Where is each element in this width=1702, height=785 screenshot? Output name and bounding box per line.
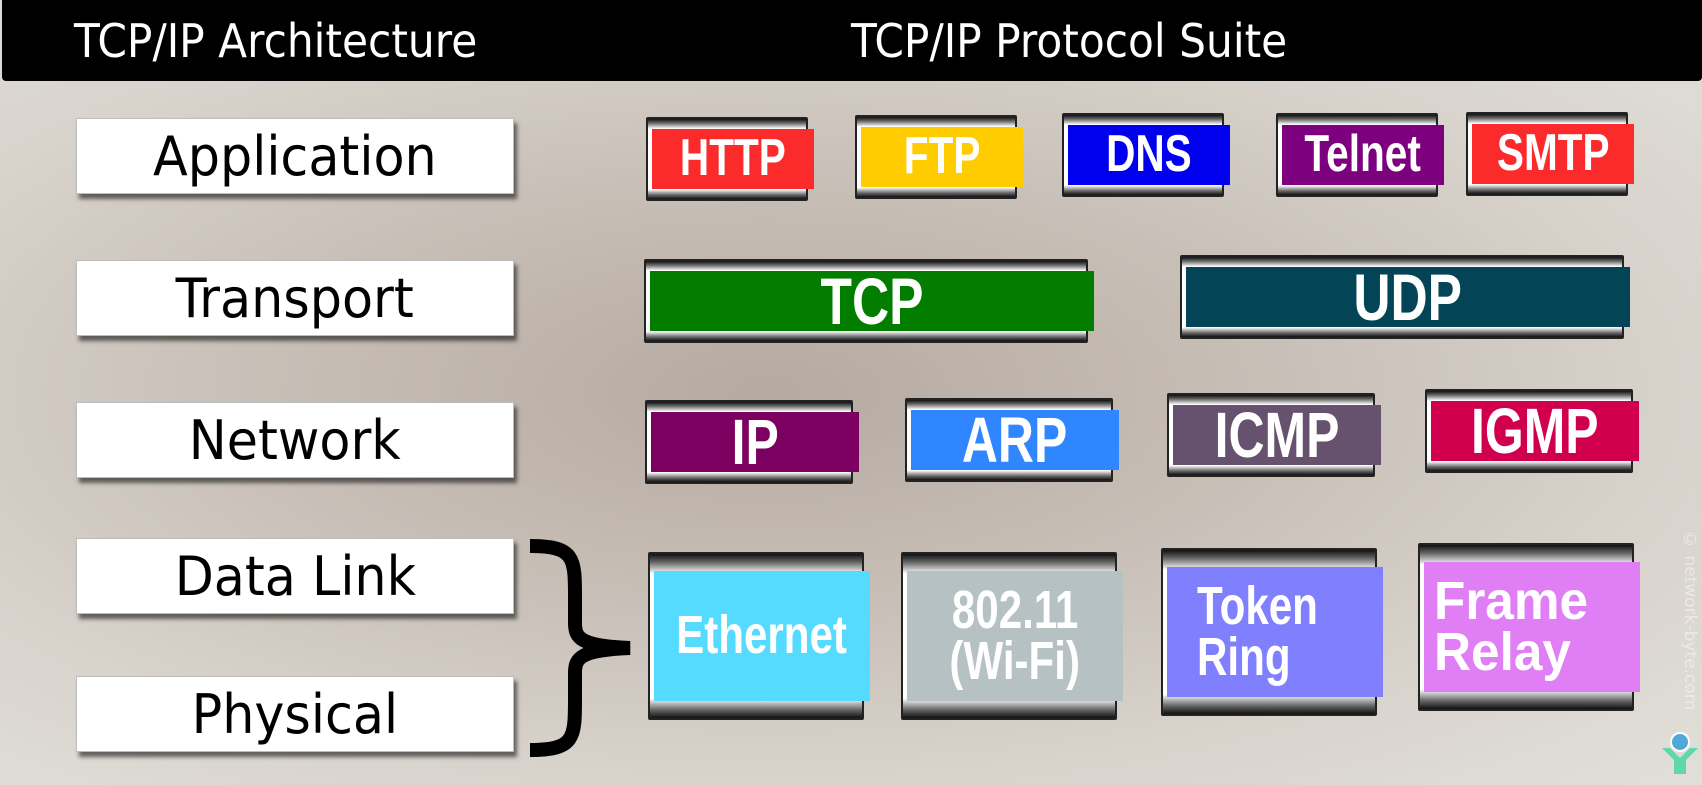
layer-label: Network [189, 408, 401, 472]
protocol-ip: IP [645, 400, 859, 484]
layer-physical: Physical [76, 676, 514, 752]
layer-application: Application [76, 118, 514, 194]
protocol-label: SMTP [1496, 124, 1610, 183]
protocol-fill: IP [651, 405, 859, 478]
protocol-fill: SMTP [1472, 124, 1634, 184]
protocol-label-line2: Relay [1434, 622, 1571, 682]
protocol-udp: UDP [1180, 255, 1630, 339]
protocol-label: UDP [1353, 259, 1463, 334]
curly-brace-icon [529, 539, 631, 757]
layer-label: Application [153, 124, 437, 188]
protocol-label-line1: Frame [1434, 570, 1588, 631]
protocol-wifi: 802.11 (Wi-Fi) [901, 552, 1123, 720]
protocol-arp: ARP [905, 398, 1119, 482]
protocol-tcp: TCP [644, 259, 1094, 343]
protocol-fill: UDP [1186, 259, 1630, 334]
protocol-label: Ethernet [676, 605, 848, 666]
protocol-fill: FTP [861, 127, 1023, 187]
layer-label: Transport [175, 266, 415, 330]
network-byte-logo-icon [1662, 732, 1698, 774]
protocol-label: ARP [962, 403, 1068, 476]
layer-network: Network [76, 402, 514, 478]
protocol-icmp: ICMP [1167, 393, 1381, 477]
protocol-label-line1: Token [1197, 575, 1318, 636]
protocol-fill: ICMP [1173, 398, 1381, 471]
protocol-fill: TCP [650, 263, 1094, 338]
protocol-frame-relay: Frame Relay [1418, 543, 1640, 711]
protocol-fill: Telnet [1282, 125, 1444, 185]
layer-label: Data Link [174, 544, 416, 608]
protocol-ftp: FTP [855, 115, 1023, 199]
layer-label: Physical [191, 682, 399, 746]
protocol-label: ICMP [1214, 398, 1340, 471]
header-bar: TCP/IP Architecture TCP/IP Protocol Suit… [2, 0, 1702, 81]
protocol-fill: DNS [1068, 125, 1230, 185]
protocol-suite-title: TCP/IP Protocol Suite [851, 14, 1288, 68]
protocol-label: TCP [820, 263, 924, 338]
protocol-label-line2: (Wi-Fi) [949, 631, 1081, 691]
protocol-label-line2: Ring [1197, 627, 1291, 687]
protocol-telnet: Telnet [1276, 113, 1444, 197]
protocol-fill: Ethernet [654, 571, 870, 701]
layer-transport: Transport [76, 260, 514, 336]
layer-data-link: Data Link [76, 538, 514, 614]
protocol-label: Telnet [1304, 125, 1422, 184]
protocol-fill: ARP [911, 403, 1119, 476]
protocol-fill: 802.11 (Wi-Fi) [907, 571, 1123, 701]
protocol-label: DNS [1106, 125, 1192, 184]
protocol-token-ring: Token Ring [1161, 548, 1383, 716]
architecture-title: TCP/IP Architecture [74, 14, 478, 68]
protocol-label: FTP [903, 127, 981, 186]
protocol-label: IGMP [1471, 394, 1599, 467]
copyright-watermark: © network-byte.com [1680, 530, 1700, 711]
protocol-label-line1: 802.11 [951, 579, 1079, 640]
protocol-fill: Frame Relay [1424, 562, 1640, 692]
protocol-igmp: IGMP [1425, 389, 1639, 473]
protocol-http: HTTP [646, 117, 814, 201]
protocol-smtp: SMTP [1466, 112, 1634, 196]
protocol-fill: IGMP [1431, 394, 1639, 467]
protocol-dns: DNS [1062, 113, 1230, 197]
protocol-ethernet: Ethernet [648, 552, 870, 720]
protocol-label: IP [731, 405, 779, 478]
protocol-fill: HTTP [652, 129, 814, 189]
protocol-fill: Token Ring [1167, 567, 1383, 697]
protocol-label: HTTP [680, 129, 786, 188]
